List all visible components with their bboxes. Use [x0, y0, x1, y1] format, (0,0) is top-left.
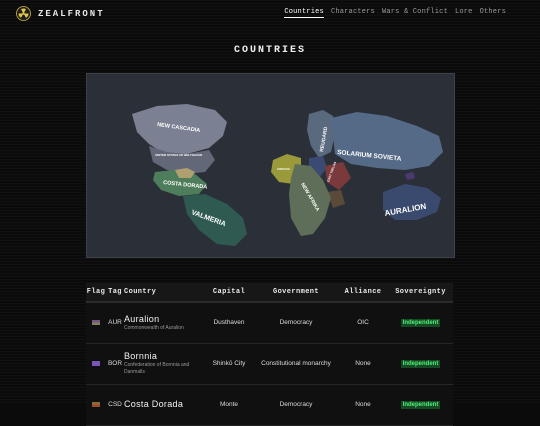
alliance-cell: OIC: [338, 302, 388, 344]
world-map[interactable]: NEW CASCADIA UNITED STATES OF BELTHAZAR …: [86, 73, 455, 258]
government-cell: Constitutional monarchy: [254, 343, 338, 385]
nav-countries[interactable]: Countries: [284, 8, 324, 18]
country-cell: Bornnia Confederation of Bornnia and Dan…: [124, 343, 204, 385]
country-name[interactable]: Costa Dorada: [124, 399, 204, 409]
country-cell: Auralion Commonwealth of Auralion: [124, 302, 204, 344]
header-government[interactable]: Government: [254, 283, 338, 303]
country-name[interactable]: Bornnia: [124, 351, 204, 361]
flag-icon: [92, 401, 100, 407]
capital-cell: Dusthaven: [204, 302, 254, 344]
capital-cell: Shinkō City: [204, 343, 254, 385]
header-alliance[interactable]: Alliance: [338, 283, 388, 303]
page-title: COUNTRIES: [233, 45, 306, 56]
flag-cell: [86, 302, 106, 344]
header-flag[interactable]: Flag: [86, 283, 106, 303]
brand-name: ZEALFRONT: [38, 8, 105, 19]
tag-cell: AUR: [106, 302, 124, 344]
brand[interactable]: ZEALFRONT: [16, 6, 105, 21]
header-country[interactable]: Country: [124, 283, 204, 303]
status-badge: Independent: [400, 318, 441, 327]
radiation-logo-icon: [16, 6, 31, 21]
countries-table: Flag Tag Country Capital Government Alli…: [86, 283, 453, 426]
nav-characters[interactable]: Characters: [331, 8, 375, 18]
main-nav: Countries Characters Wars & Conflict Lor…: [284, 8, 506, 18]
map-label-belthazar: UNITED STATES OF BELTHAZAR: [155, 153, 203, 157]
header-sovereignty[interactable]: Sovereignty: [388, 283, 453, 303]
tag-cell: BOR: [106, 343, 124, 385]
region-solarium-sovieta[interactable]: [331, 112, 443, 170]
table-row[interactable]: BOR Bornnia Confederation of Bornnia and…: [86, 343, 453, 385]
country-full-name: Commonwealth of Auralion: [124, 324, 184, 331]
header-tag[interactable]: Tag: [106, 283, 124, 303]
region-islet[interactable]: [405, 172, 415, 180]
sovereignty-cell: Independent: [388, 343, 453, 385]
map-label-zopavia: ZOPAVIA: [277, 167, 291, 171]
table-row[interactable]: AUR Auralion Commonwealth of Auralion Du…: [86, 302, 453, 344]
status-badge: Independent: [400, 359, 441, 368]
flag-icon: [92, 320, 100, 326]
government-cell: Democracy: [254, 302, 338, 344]
country-full-name: Confederation of Bornnia and Danmalls: [124, 362, 190, 375]
top-navigation-bar: ZEALFRONT Countries Characters Wars & Co…: [0, 0, 540, 26]
flag-icon: [92, 360, 100, 366]
nav-wars-conflict[interactable]: Wars & Conflict: [382, 8, 448, 18]
header-capital[interactable]: Capital: [204, 283, 254, 303]
sovereignty-cell: Independent: [388, 302, 453, 344]
alliance-cell: None: [338, 343, 388, 385]
nav-lore[interactable]: Lore: [455, 8, 473, 18]
country-name[interactable]: Auralion: [124, 314, 204, 324]
nav-others[interactable]: Others: [480, 8, 506, 18]
flag-cell: [86, 343, 106, 385]
